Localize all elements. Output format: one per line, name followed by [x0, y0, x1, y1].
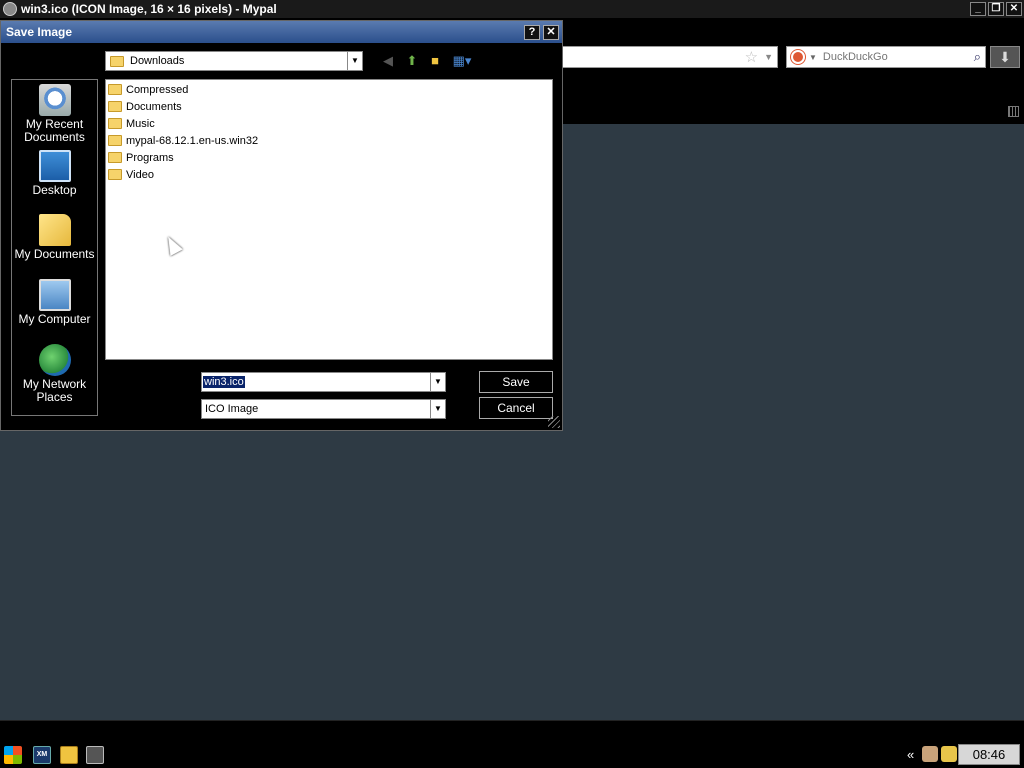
dialog-title: Save Image	[6, 25, 73, 39]
chevron-down-icon[interactable]: ▼	[430, 373, 445, 391]
file-manager-icon[interactable]	[60, 746, 78, 764]
dialog-title-bar[interactable]: Save Image ? ✕	[1, 21, 562, 43]
chevron-down-icon[interactable]: ▼	[430, 400, 445, 418]
place-label: My Computer	[18, 312, 91, 326]
place-label: Desktop	[32, 183, 77, 197]
search-bar[interactable]: ▼ ⌕	[786, 46, 986, 68]
desktop-icon	[38, 150, 71, 182]
tab-list-icon[interactable]	[1008, 106, 1019, 117]
help-button[interactable]: ?	[524, 24, 540, 40]
download-arrow-icon: ⬇	[999, 49, 1011, 65]
list-item[interactable]: Programs	[106, 149, 552, 166]
new-folder-button[interactable]: ■	[426, 53, 444, 69]
xm-app-icon[interactable]: XM	[33, 746, 51, 764]
windows-start-icon[interactable]	[4, 746, 22, 764]
bookmark-star-icon[interactable]: ☆	[745, 48, 758, 66]
downloads-button[interactable]: ⬇	[990, 46, 1020, 68]
resize-grip[interactable]	[548, 416, 560, 428]
views-menu-button[interactable]: ▦▾	[449, 53, 475, 69]
mypal-taskbar-icon[interactable]	[86, 746, 104, 764]
cancel-button[interactable]: Cancel	[479, 397, 553, 419]
place-label: My Recent Documents	[24, 117, 85, 144]
folder-icon	[108, 135, 122, 146]
taskbar: XM « 08:46	[0, 720, 1024, 768]
minimize-button[interactable]: _	[970, 2, 986, 16]
folder-icon	[110, 55, 124, 67]
look-in-combo[interactable]: Downloads ▼	[105, 51, 363, 71]
file-name: Compressed	[126, 83, 189, 96]
tray-expand-icon[interactable]: «	[907, 747, 914, 762]
place-my-recent-documents[interactable]: My Recent Documents	[12, 84, 97, 144]
file-list[interactable]: Compressed Documents Music mypal-68.12.1…	[105, 79, 553, 360]
browser-title-bar[interactable]: win3.ico (ICON Image, 16 × 16 pixels) - …	[0, 0, 1024, 18]
folder-icon	[108, 169, 122, 180]
place-desktop[interactable]: Desktop	[12, 150, 97, 197]
tray-app-icon[interactable]	[922, 746, 938, 762]
search-input[interactable]	[822, 51, 974, 63]
list-item[interactable]: mypal-68.12.1.en-us.win32	[106, 132, 552, 149]
place-my-computer[interactable]: My Computer	[12, 279, 97, 326]
list-item[interactable]: Documents	[106, 98, 552, 115]
network-places-icon	[38, 344, 71, 376]
file-name-value[interactable]: win3.ico	[203, 376, 245, 388]
tray-power-icon[interactable]	[941, 746, 957, 762]
save-image-dialog: Save Image ? ✕ Downloads ▼ ◀ ⬆ ■ ▦▾ My R…	[0, 20, 563, 431]
save-button[interactable]: Save	[479, 371, 553, 393]
file-name: Music	[126, 117, 155, 130]
file-name: mypal-68.12.1.en-us.win32	[126, 134, 259, 147]
url-dropdown-icon[interactable]: ▼	[764, 52, 773, 62]
folder-icon	[108, 84, 122, 95]
recent-documents-icon	[38, 84, 71, 116]
look-in-value: Downloads	[130, 55, 185, 67]
clock[interactable]: 08:46	[958, 744, 1020, 765]
search-engine-dropdown-icon[interactable]: ▼	[809, 53, 817, 62]
place-label: My Network Places	[22, 377, 87, 404]
up-folder-button[interactable]: ⬆	[403, 53, 421, 69]
duckduckgo-icon[interactable]	[791, 50, 805, 64]
place-label: My Documents	[14, 247, 95, 261]
places-bar: My Recent Documents Desktop My Documents…	[11, 79, 98, 416]
file-name: Documents	[126, 100, 182, 113]
place-my-network-places[interactable]: My Network Places	[12, 344, 97, 404]
browser-window-title: win3.ico (ICON Image, 16 × 16 pixels) - …	[21, 2, 277, 16]
list-item[interactable]: Music	[106, 115, 552, 132]
dialog-close-button[interactable]: ✕	[543, 24, 559, 40]
save-as-type-combo[interactable]: ICO Image ▼	[201, 399, 446, 419]
my-documents-icon	[38, 214, 71, 246]
save-as-type-value: ICO Image	[205, 403, 259, 415]
maximize-button[interactable]: ❐	[988, 2, 1004, 16]
folder-icon	[108, 152, 122, 163]
folder-icon	[108, 101, 122, 112]
file-name: Programs	[126, 151, 174, 164]
mypal-app-icon	[3, 2, 17, 16]
list-item[interactable]: Video	[106, 166, 552, 183]
chevron-down-icon[interactable]: ▼	[347, 52, 362, 70]
place-my-documents[interactable]: My Documents	[12, 214, 97, 261]
folder-icon	[108, 118, 122, 129]
search-icon[interactable]: ⌕	[974, 49, 981, 65]
my-computer-icon	[38, 279, 71, 311]
file-name-field[interactable]: win3.ico ▼	[201, 372, 446, 392]
close-button[interactable]: ✕	[1006, 2, 1022, 16]
url-bar[interactable]: ☆ ▼	[562, 46, 778, 68]
list-item[interactable]: Compressed	[106, 81, 552, 98]
back-button[interactable]: ◀	[379, 53, 397, 69]
file-name: Video	[126, 168, 154, 181]
